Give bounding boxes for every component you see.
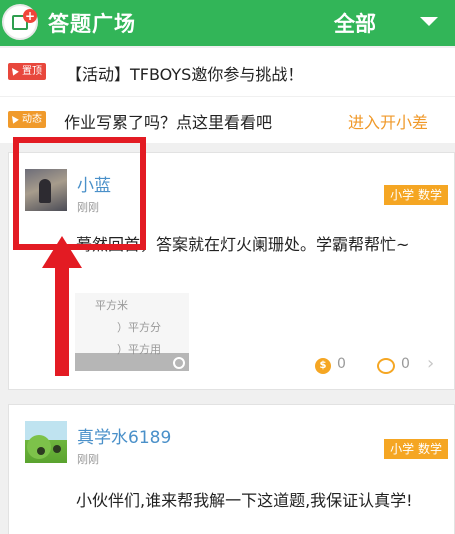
- annotation-arrow-icon: [42, 236, 82, 376]
